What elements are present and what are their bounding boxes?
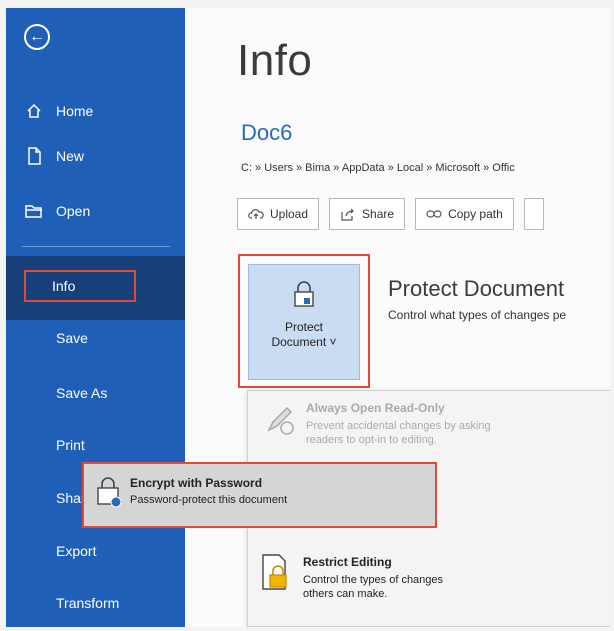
menu-item-always-open-read-only[interactable]: Always Open Read-Only Prevent accidental…	[248, 391, 610, 465]
document-name: Doc6	[241, 120, 293, 145]
protect-document-heading: Protect Document	[388, 276, 565, 301]
sidebar-item-label: Save	[56, 330, 88, 346]
menu-item-title: Restrict Editing	[303, 555, 392, 569]
pencil-disabled-icon	[260, 399, 300, 439]
sidebar-item-label: Home	[56, 103, 94, 119]
sidebar-item-label: Save As	[56, 385, 108, 401]
restrict-editing-icon	[259, 553, 293, 598]
lock-icon	[291, 279, 317, 314]
copy-path-button[interactable]: Copy path	[415, 198, 514, 230]
sidebar-item-info[interactable]: Info	[24, 270, 136, 302]
sidebar-item-label: Print	[56, 437, 85, 453]
more-actions-button[interactable]	[523, 198, 544, 230]
document-path: C: » Users » Bima » AppData » Local » Mi…	[241, 162, 515, 174]
info-pane: Info Doc6 C: » Users » Bima » AppData » …	[185, 8, 610, 627]
sidebar-item-new[interactable]: New	[6, 139, 185, 173]
link-icon	[426, 209, 442, 219]
sidebar-divider	[22, 246, 170, 247]
back-arrow-icon[interactable]: ←	[24, 24, 50, 50]
menu-item-encrypt-with-password[interactable]: Encrypt with Password Password-protect t…	[82, 462, 437, 528]
sidebar-item-label: Transform	[56, 595, 120, 611]
upload-button[interactable]: Upload	[237, 198, 320, 230]
menu-item-title: Always Open Read-Only	[306, 401, 445, 415]
upload-label: Upload	[270, 207, 309, 221]
backstage-window: ← Home New Open Info Save Save As Print …	[6, 8, 610, 627]
sidebar-item-label: New	[56, 148, 85, 164]
sidebar-item-save[interactable]: Save	[6, 321, 185, 355]
menu-item-restrict-editing[interactable]: Restrict Editing Control the types of ch…	[247, 543, 610, 627]
new-document-icon	[24, 146, 44, 166]
page-title: Info	[237, 36, 313, 85]
protect-button-label-2: Document ˅	[271, 335, 337, 349]
menu-item-description: Prevent accidental changes by asking rea…	[306, 420, 491, 446]
sidebar-item-export[interactable]: Export	[6, 534, 185, 568]
copy-path-label: Copy path	[448, 207, 503, 221]
protect-button-label-1: Protect	[284, 320, 323, 334]
sidebar-item-transform[interactable]: Transform	[6, 586, 185, 620]
sidebar-item-print[interactable]: Print	[6, 428, 185, 462]
protect-document-description: Control what types of changes pe	[388, 308, 567, 322]
sidebar-item-label: Open	[56, 203, 91, 219]
backstage-sidebar: ← Home New Open Info Save Save As Print …	[6, 8, 185, 627]
menu-item-description: Password-protect this document	[130, 494, 288, 506]
file-actions-toolbar: Upload Share Copy path	[237, 198, 544, 232]
sidebar-item-label: Export	[56, 543, 97, 559]
sidebar-item-label: Info	[52, 278, 76, 294]
home-icon	[24, 101, 44, 121]
protect-document-button[interactable]: Protect Document ˅	[248, 264, 360, 380]
share-button[interactable]: Share	[329, 198, 406, 230]
sidebar-item-home[interactable]: Home	[6, 94, 185, 128]
share-label: Share	[362, 207, 395, 221]
share-icon	[340, 207, 356, 221]
menu-item-description: Control the types of changes others can …	[303, 574, 444, 600]
menu-item-title: Encrypt with Password	[130, 476, 263, 490]
open-folder-icon	[24, 201, 44, 221]
sidebar-item-open[interactable]: Open	[6, 194, 185, 228]
cloud-upload-icon	[248, 208, 264, 220]
sidebar-item-save-as[interactable]: Save As	[6, 376, 185, 410]
lock-key-icon	[94, 474, 124, 515]
